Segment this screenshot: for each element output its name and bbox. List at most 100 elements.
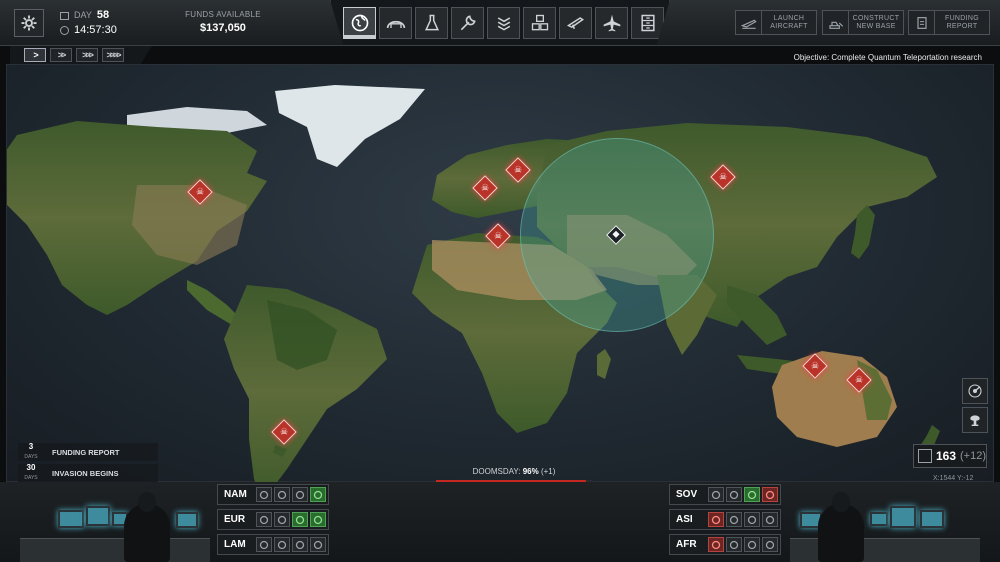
region-status-icon[interactable] <box>256 537 272 552</box>
region-panel-nam[interactable]: NAM <box>217 484 329 505</box>
radar-icon <box>968 384 982 398</box>
region-panel-lam[interactable]: LAM <box>217 534 329 555</box>
bulldozer-icon <box>828 21 843 29</box>
region-name: ASI <box>676 514 693 525</box>
aircraft-icon <box>603 14 620 32</box>
skull-icon: ☠ <box>493 230 503 241</box>
region-status-icon[interactable] <box>256 512 272 527</box>
tab-research[interactable] <box>415 7 448 39</box>
region-status-icon[interactable] <box>744 512 760 527</box>
tab-geoscape[interactable] <box>343 7 376 39</box>
tab-barracks[interactable] <box>487 7 520 39</box>
event-days: 3 <box>28 442 34 451</box>
world-map-landmasses <box>7 85 940 483</box>
region-status-icon[interactable] <box>762 487 778 502</box>
tab-archive[interactable] <box>631 7 664 39</box>
day-value: 58 <box>96 9 110 21</box>
scientists-delta: (+12) <box>960 450 986 462</box>
event-funding-report: 3 DAYS FUNDING REPORT <box>18 443 158 461</box>
region-status-icon[interactable] <box>292 487 308 502</box>
doomsday-delta: (+1) <box>540 467 556 476</box>
region-status-icon[interactable] <box>708 487 724 502</box>
scientists-value: 163 <box>935 449 956 463</box>
calendar-icon <box>60 11 69 20</box>
construct-base-label: CONSTRUCT NEW BASE <box>852 14 900 30</box>
event-days-unit: DAYS <box>24 475 38 481</box>
event-days: 30 <box>26 463 36 472</box>
region-panel-asi[interactable]: ASI <box>669 509 781 530</box>
day-label: DAY <box>74 10 92 20</box>
speed-4-button[interactable]: >>>> <box>102 48 124 62</box>
region-panel-sov[interactable]: SOV <box>669 484 781 505</box>
tab-facilities[interactable] <box>523 7 556 39</box>
tab-hangar[interactable] <box>379 7 412 39</box>
archive-icon <box>640 14 655 32</box>
region-status-icon[interactable] <box>762 512 778 527</box>
region-status-icon[interactable] <box>726 487 742 502</box>
region-status-icons <box>708 512 778 527</box>
region-status-icon[interactable] <box>274 512 290 527</box>
region-status-icon[interactable] <box>744 487 760 502</box>
funds-label: FUNDS AVAILABLE <box>185 10 261 19</box>
region-status-icon[interactable] <box>744 537 760 552</box>
speed-3-button[interactable]: >>> <box>76 48 98 62</box>
region-name: NAM <box>224 489 247 500</box>
region-status-icon[interactable] <box>726 537 742 552</box>
region-name: AFR <box>676 539 697 550</box>
region-status-icon[interactable] <box>256 487 272 502</box>
world-map[interactable] <box>6 64 994 483</box>
event-invasion-begins: 30 DAYS INVASION BEGINS <box>18 464 158 482</box>
region-status-icon[interactable] <box>708 537 724 552</box>
hangar-icon <box>386 20 405 29</box>
launch-aircraft-button[interactable]: LAUNCH AIRCRAFT <box>735 10 817 35</box>
engineering-wrench-icon <box>460 15 476 31</box>
tab-grey-market[interactable] <box>559 7 592 39</box>
region-status-icon[interactable] <box>726 512 742 527</box>
skull-icon: ☠ <box>718 171 728 182</box>
region-panel-eur[interactable]: EUR <box>217 509 329 530</box>
funding-report-label: FUNDING REPORT <box>945 14 979 30</box>
event-name: INVASION BEGINS <box>52 468 119 478</box>
region-status-icons <box>708 537 778 552</box>
speed-1-button[interactable]: > <box>24 48 46 62</box>
region-status-icon[interactable] <box>708 512 724 527</box>
operator-station-right <box>790 482 980 562</box>
launch-aircraft-icon <box>740 19 757 29</box>
region-status-icon[interactable] <box>292 537 308 552</box>
region-name: LAM <box>224 539 246 550</box>
research-flask-icon <box>424 14 439 31</box>
time-speed-bar: > >> >>> >>>> <box>10 46 152 64</box>
funding-report-button[interactable]: FUNDING REPORT <box>908 10 990 35</box>
main-tabs <box>330 0 670 46</box>
radar-toggle-button[interactable] <box>962 378 988 404</box>
doomsday-event-button[interactable] <box>962 407 988 433</box>
region-status-icon[interactable] <box>274 487 290 502</box>
construct-base-button[interactable]: CONSTRUCT NEW BASE <box>822 10 904 35</box>
region-panel-afr[interactable]: AFR <box>669 534 781 555</box>
region-status-icon[interactable] <box>310 537 326 552</box>
tab-engineering[interactable] <box>451 7 484 39</box>
doomsday-value: 96% <box>522 467 539 476</box>
region-status-icons <box>256 512 326 527</box>
event-days-unit: DAYS <box>24 454 38 460</box>
region-status-icon[interactable] <box>310 512 326 527</box>
settings-button[interactable] <box>14 9 44 37</box>
scientist-icon <box>918 449 932 463</box>
region-status-icon[interactable] <box>292 512 308 527</box>
cursor-coordinates: X:1544 Y:-12 <box>933 475 974 482</box>
skull-icon: ☠ <box>480 182 490 193</box>
tab-aircraft[interactable] <box>595 7 628 39</box>
operator-station-left <box>20 482 210 562</box>
region-status-icons <box>256 537 326 552</box>
objective-text: Objective: Complete Quantum Teleportatio… <box>793 53 982 62</box>
speed-2-button[interactable]: >> <box>50 48 72 62</box>
region-status-icon[interactable] <box>762 537 778 552</box>
region-status-icon[interactable] <box>310 487 326 502</box>
event-name: FUNDING REPORT <box>52 447 120 457</box>
doomsday-label: DOOMSDAY: <box>472 467 521 476</box>
rifle-icon <box>566 17 584 30</box>
gear-icon <box>21 15 37 31</box>
globe-icon <box>351 14 368 32</box>
region-name: EUR <box>224 514 246 525</box>
region-status-icon[interactable] <box>274 537 290 552</box>
